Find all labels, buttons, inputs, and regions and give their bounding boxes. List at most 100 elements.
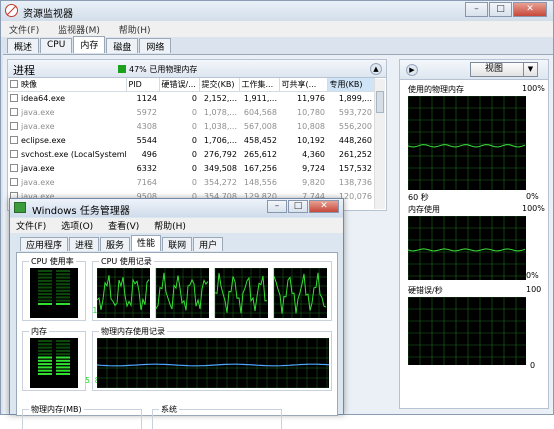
process-checkbox[interactable] xyxy=(10,135,18,144)
scrollbar-thumb[interactable] xyxy=(376,91,384,113)
process-commit: 1,038,... xyxy=(203,121,237,131)
graph-memory-usage-title: 内存使用 xyxy=(408,205,440,214)
column-header-working-set[interactable]: 工作集... xyxy=(239,78,280,92)
tab-performance[interactable]: 性能 xyxy=(131,235,162,251)
process-private: 593,720 xyxy=(338,107,372,117)
process-checkbox[interactable] xyxy=(10,149,18,158)
menu-help[interactable]: 帮助(H) xyxy=(111,21,159,36)
graph-time-span: 60 秒 xyxy=(408,193,429,202)
physical-memory-graph xyxy=(408,96,526,190)
memory-group: 内存 5.86 GB xyxy=(22,326,119,391)
physical-memory-mb-group: 物理内存(MB) xyxy=(22,404,142,429)
tab-users[interactable]: 用户 xyxy=(193,237,224,251)
expand-right-icon[interactable]: ▶ xyxy=(406,64,418,76)
menu-file[interactable]: 文件(F) xyxy=(1,21,47,36)
process-shareable: 9,724 xyxy=(302,163,325,173)
cpu-usage-label: CPU 使用率 xyxy=(29,256,76,267)
menu-monitor[interactable]: 监视器(M) xyxy=(50,21,108,36)
process-commit: 349,508 xyxy=(203,163,237,173)
cpu-usage-group: CPU 使用率 11 % xyxy=(22,256,112,321)
column-header-commit[interactable]: 提交(KB) xyxy=(199,78,240,92)
minimize-button[interactable]: – xyxy=(465,2,488,17)
process-name: eclipse.exe xyxy=(8,133,126,147)
table-row[interactable]: java.exe 7164 0 354,272 148,556 9,820 138,736 xyxy=(8,175,374,189)
table-row[interactable]: java.exe 6332 0 349,508 167,256 9,724 157,532 xyxy=(8,161,374,175)
table-row[interactable]: java.exe 4308 0 1,038,... 567,008 10,808 556,2… xyxy=(8,119,374,133)
process-checkbox[interactable] xyxy=(10,177,18,186)
tm-menu-options[interactable]: 选项(O) xyxy=(55,218,99,232)
tab-networking[interactable]: 联网 xyxy=(162,237,193,251)
process-name: java.exe xyxy=(8,105,126,119)
column-header-image[interactable]: 映像 xyxy=(8,78,127,92)
process-pid: 5544 xyxy=(136,135,157,145)
column-header-shareable[interactable]: 可共享(... xyxy=(279,78,328,92)
collapse-up-icon[interactable]: ▲ xyxy=(370,63,382,75)
process-name: svchost.exe (LocalSystemN... xyxy=(8,147,126,161)
maximize-button[interactable]: □ xyxy=(489,2,512,17)
task-manager-title: Windows 任务管理器 xyxy=(32,206,130,217)
table-row[interactable]: eclipse.exe 5544 0 1,706,... 458,452 10,192 44… xyxy=(8,133,374,147)
tab-applications[interactable]: 应用程序 xyxy=(20,237,69,251)
task-manager-app-icon xyxy=(14,202,26,213)
tab-services[interactable]: 服务 xyxy=(100,237,131,251)
tab-strip: 概述 CPU 内存 磁盘 网络 xyxy=(7,36,172,54)
tm-menu-bar: 文件(F) 选项(O) 查看(V) 帮助(H) xyxy=(10,218,343,233)
memory-label: 内存 xyxy=(29,326,49,337)
physical-memory-text: 47% 已用物理内存 xyxy=(129,65,198,74)
graph-hard-faults-max: 100 xyxy=(526,285,542,294)
tm-tab-strip: 应用程序 进程 服务 性能 联网 用户 xyxy=(20,235,224,252)
process-working-set: 567,008 xyxy=(243,121,277,131)
process-checkbox[interactable] xyxy=(10,121,18,130)
process-private: 157,532 xyxy=(338,163,372,173)
tab-network[interactable]: 网络 xyxy=(139,38,172,53)
tab-cpu[interactable]: CPU xyxy=(40,38,73,53)
tm-minimize-button[interactable]: – xyxy=(267,200,287,213)
tab-overview[interactable]: 概述 xyxy=(7,38,40,53)
chevron-down-icon[interactable]: ▼ xyxy=(523,63,537,76)
graph-memory-usage-max: 100% xyxy=(522,204,545,213)
tab-processes[interactable]: 进程 xyxy=(69,237,100,251)
process-pid: 6332 xyxy=(136,163,157,173)
process-working-set: 604,568 xyxy=(243,107,277,117)
task-manager-title-bar[interactable]: Windows 任务管理器 – □ ✕ xyxy=(10,199,343,217)
resource-monitor-app-icon xyxy=(5,4,18,17)
process-table: 映像 PID 硬错误/... 提交(KB) 工作集... 可共享(... 专用(… xyxy=(8,78,375,203)
process-table-scrollbar[interactable] xyxy=(374,79,385,209)
tab-memory[interactable]: 内存 xyxy=(73,36,106,53)
process-checkbox[interactable] xyxy=(10,107,18,116)
select-all-checkbox[interactable] xyxy=(10,79,18,88)
processes-header[interactable]: 进程 47% 已用物理内存 ▲ xyxy=(8,60,386,78)
process-checkbox[interactable] xyxy=(10,93,18,102)
memory-meter: 5.86 GB xyxy=(30,338,119,388)
column-header-hard-faults[interactable]: 硬错误/... xyxy=(159,78,200,92)
process-checkbox[interactable] xyxy=(10,163,18,172)
tm-menu-help[interactable]: 帮助(H) xyxy=(148,218,192,232)
task-manager-window: Windows 任务管理器 – □ ✕ 文件(F) 选项(O) 查看(V) 帮助… xyxy=(9,198,344,429)
tm-maximize-button[interactable]: □ xyxy=(288,200,308,213)
table-row[interactable]: java.exe 5972 0 1,078,... 604,568 10,780 593,7… xyxy=(8,105,374,119)
process-shareable: 10,780 xyxy=(297,107,325,117)
tm-menu-view[interactable]: 查看(V) xyxy=(102,218,145,232)
process-working-set: 148,556 xyxy=(243,177,277,187)
tab-disk[interactable]: 磁盘 xyxy=(106,38,139,53)
table-row[interactable]: svchost.exe (LocalSystemN... 496 0 276,792 2… xyxy=(8,147,374,161)
process-name: idea64.exe xyxy=(8,91,126,105)
process-pid: 4308 xyxy=(136,121,157,131)
process-shareable: 10,808 xyxy=(297,121,325,131)
window-title: 资源监视器 xyxy=(23,9,73,20)
view-dropdown-button[interactable]: 视图 ▼ xyxy=(470,62,538,77)
title-bar[interactable]: 资源监视器 – □ ✕ xyxy=(1,1,553,21)
tm-menu-file[interactable]: 文件(F) xyxy=(10,218,52,232)
column-header-private[interactable]: 专用(KB) xyxy=(327,78,375,92)
close-button[interactable]: ✕ xyxy=(513,2,547,17)
tm-close-button[interactable]: ✕ xyxy=(309,200,339,213)
table-row[interactable]: idea64.exe 1124 0 2,152,... 1,911,... 11,976 1… xyxy=(8,91,374,105)
memory-usage-graph xyxy=(408,216,526,280)
process-hard-faults: 0 xyxy=(191,135,197,145)
process-working-set: 167,256 xyxy=(243,163,277,173)
column-header-pid[interactable]: PID xyxy=(126,78,160,92)
menu-bar: 文件(F) 监视器(M) 帮助(H) xyxy=(1,21,553,37)
process-name: java.exe xyxy=(8,175,126,189)
memory-history-group: 物理内存使用记录 xyxy=(92,326,332,391)
cpu-history-label: CPU 使用记录 xyxy=(99,256,154,267)
